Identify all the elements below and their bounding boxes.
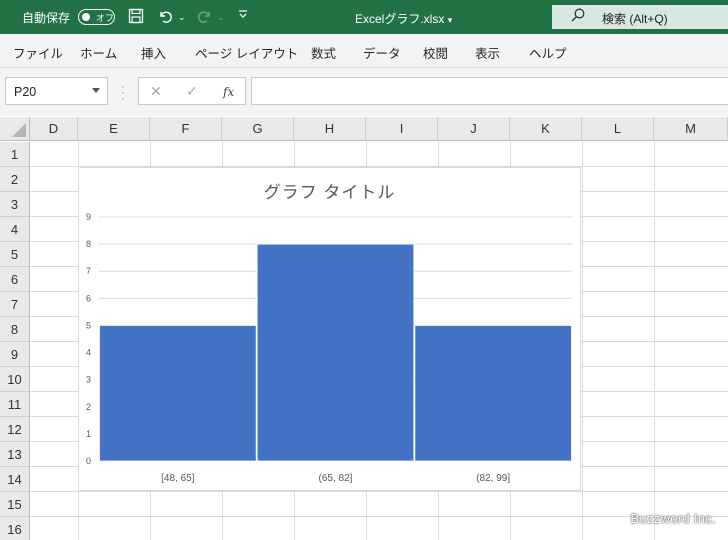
column-header-j[interactable]: J bbox=[438, 117, 510, 141]
row-header-11[interactable]: 11 bbox=[0, 392, 30, 417]
y-tick-label: 4 bbox=[86, 348, 91, 358]
column-header-k[interactable]: K bbox=[510, 117, 582, 141]
y-tick-label: 6 bbox=[86, 293, 91, 303]
cancel-icon[interactable]: ✕ bbox=[150, 83, 162, 100]
column-header-f[interactable]: F bbox=[150, 117, 222, 141]
x-tick-label: [48, 65] bbox=[161, 473, 195, 484]
row-header-7[interactable]: 7 bbox=[0, 292, 30, 317]
title-bar: 自動保存 オフ ⌄ ⌄ Excelグラフ.xlsx ▾ 検索 (Alt+Q) bbox=[0, 0, 728, 34]
search-label: 検索 (Alt+Q) bbox=[602, 12, 668, 26]
y-tick-label: 1 bbox=[86, 429, 91, 439]
tab-review[interactable]: 校閲 bbox=[423, 43, 448, 62]
tab-page-layout[interactable]: ページ レイアウト bbox=[195, 43, 298, 62]
redo-icon[interactable] bbox=[197, 8, 213, 28]
y-tick-label: 2 bbox=[86, 402, 91, 412]
undo-icon[interactable] bbox=[157, 8, 173, 28]
toggle-label: オフ bbox=[96, 13, 115, 23]
column-header-i[interactable]: I bbox=[366, 117, 438, 141]
chevron-down-icon[interactable] bbox=[92, 88, 100, 93]
toggle-knob bbox=[82, 13, 90, 21]
tab-help[interactable]: ヘルプ bbox=[529, 43, 567, 62]
chart-bar[interactable] bbox=[256, 243, 415, 462]
row-header-13[interactable]: 13 bbox=[0, 442, 30, 467]
row-header-6[interactable]: 6 bbox=[0, 267, 30, 292]
search-icon bbox=[570, 7, 586, 23]
more-options-icon[interactable]: · · · bbox=[121, 80, 125, 104]
tab-data[interactable]: データ bbox=[363, 43, 401, 62]
insert-function-icon[interactable]: fx bbox=[223, 85, 234, 99]
redo-dropdown-icon[interactable]: ⌄ bbox=[217, 8, 225, 26]
row-header-14[interactable]: 14 bbox=[0, 467, 30, 492]
tab-insert[interactable]: 挿入 bbox=[141, 43, 166, 62]
row-header-9[interactable]: 9 bbox=[0, 342, 30, 367]
tab-file[interactable]: ファイル bbox=[13, 43, 63, 62]
x-tick-label: (65, 82] bbox=[319, 473, 353, 484]
chart[interactable]: グラフ タイトル 0 1 2 3 4 5 6 7 8 9 [48, 65] (65, 82] (82, … bbox=[78, 167, 581, 491]
name-box-value: P20 bbox=[14, 85, 37, 99]
y-tick-label: 7 bbox=[86, 266, 91, 276]
watermark: Buzzword Inc. bbox=[630, 511, 716, 526]
tab-view[interactable]: 表示 bbox=[475, 43, 500, 62]
row-header-2[interactable]: 2 bbox=[0, 167, 30, 192]
select-all-icon bbox=[12, 123, 26, 137]
row-header-12[interactable]: 12 bbox=[0, 417, 30, 442]
row-header-1[interactable]: 1 bbox=[0, 142, 30, 167]
save-icon[interactable] bbox=[128, 8, 144, 28]
filename-chevron-icon: ▾ bbox=[447, 15, 453, 25]
search-box[interactable]: 検索 (Alt+Q) bbox=[552, 5, 728, 29]
select-all-button[interactable] bbox=[0, 117, 30, 141]
undo-dropdown-icon[interactable]: ⌄ bbox=[178, 8, 186, 26]
row-header-15[interactable]: 15 bbox=[0, 492, 30, 517]
chart-bar[interactable] bbox=[414, 325, 572, 462]
x-tick-label: (82, 99] bbox=[476, 473, 510, 484]
row-header-5[interactable]: 5 bbox=[0, 242, 30, 267]
file-name-text: Excelグラフ.xlsx bbox=[355, 12, 445, 26]
name-box[interactable]: P20 bbox=[5, 77, 108, 105]
y-tick-label: 8 bbox=[86, 239, 91, 249]
row-header-16[interactable]: 16 bbox=[0, 517, 30, 540]
tab-home[interactable]: ホーム bbox=[80, 43, 117, 62]
chart-plot: 0 1 2 3 4 5 6 7 8 9 [48, 65] (65, 82] (82, 99] bbox=[86, 212, 572, 484]
column-header-m[interactable]: M bbox=[654, 117, 728, 141]
column-header-l[interactable]: L bbox=[582, 117, 654, 141]
column-header-g[interactable]: G bbox=[222, 117, 294, 141]
grid-row-line bbox=[30, 516, 728, 517]
y-tick-label: 0 bbox=[86, 456, 91, 466]
file-name[interactable]: Excelグラフ.xlsx ▾ bbox=[355, 10, 452, 27]
column-header-d[interactable]: D bbox=[30, 117, 78, 141]
row-header-3[interactable]: 3 bbox=[0, 192, 30, 217]
confirm-icon[interactable]: ✓ bbox=[186, 83, 198, 100]
ribbon-tabs: ファイル ホーム 挿入 ページ レイアウト 数式 データ 校閲 表示 ヘルプ bbox=[0, 34, 728, 68]
row-header-4[interactable]: 4 bbox=[0, 217, 30, 242]
formula-bar: P20 · · · ✕ ✓ fx bbox=[0, 68, 728, 116]
y-tick-label: 9 bbox=[86, 212, 91, 222]
column-header-h[interactable]: H bbox=[294, 117, 366, 141]
y-tick-label: 3 bbox=[86, 375, 91, 385]
customize-toolbar-icon[interactable] bbox=[238, 8, 248, 27]
chart-bar[interactable] bbox=[99, 325, 257, 462]
row-header-10[interactable]: 10 bbox=[0, 367, 30, 392]
autosave-toggle[interactable]: オフ bbox=[78, 9, 115, 25]
tab-formulas[interactable]: 数式 bbox=[311, 43, 336, 62]
formula-controls: ✕ ✓ fx bbox=[138, 77, 246, 105]
formula-input[interactable] bbox=[251, 77, 728, 105]
autosave-label: 自動保存 bbox=[22, 11, 71, 25]
y-tick-label: 5 bbox=[86, 320, 91, 330]
row-header-8[interactable]: 8 bbox=[0, 317, 30, 342]
column-header-e[interactable]: E bbox=[78, 117, 150, 141]
